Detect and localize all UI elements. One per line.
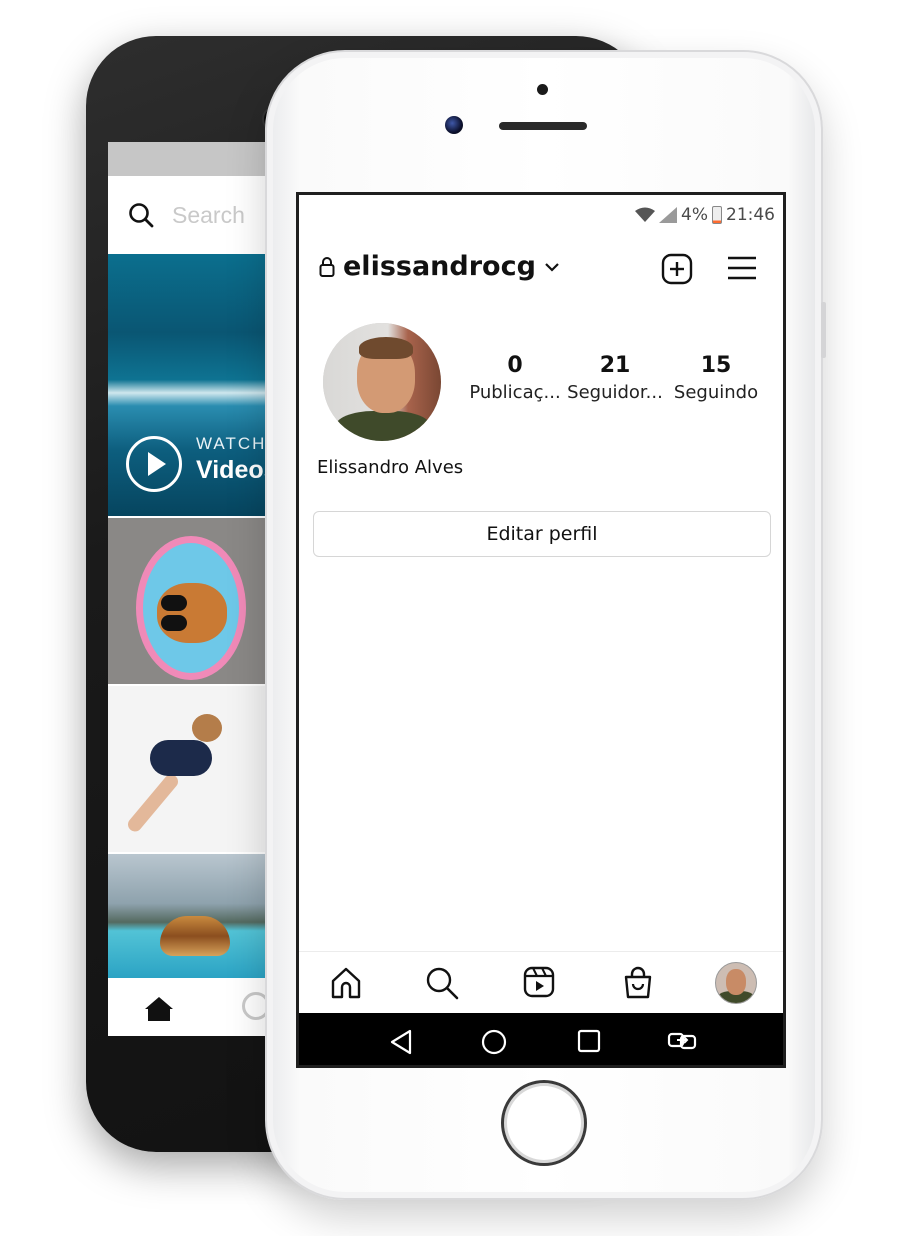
shop-icon[interactable]	[623, 966, 653, 1000]
home-icon[interactable]	[329, 966, 363, 1000]
search-icon	[129, 203, 154, 228]
battery-icon	[712, 206, 722, 224]
explore-tile-burger[interactable]	[108, 854, 268, 978]
status-bar: 4% 21:46	[635, 205, 775, 225]
arm-image	[125, 771, 181, 835]
play-icon	[126, 436, 182, 492]
back-phone-screen: Search WATCH Videos	[108, 142, 268, 1036]
watch-label: WATCH	[196, 434, 267, 453]
burger-image	[160, 916, 230, 956]
home-button[interactable]	[501, 1080, 587, 1166]
mirror-image	[136, 536, 246, 680]
lock-icon	[319, 256, 335, 277]
instagram-profile-screen: 4% 21:46 elissandrocg 0 Publicaç... 21 S…	[296, 192, 786, 1068]
stat-label: Seguindo	[673, 382, 759, 403]
proximity-sensor	[537, 84, 548, 95]
cat-image	[157, 583, 227, 643]
edit-profile-button[interactable]: Editar perfil	[313, 511, 771, 557]
stat-posts[interactable]: 0 Publicaç...	[465, 353, 565, 403]
chevron-down-icon	[545, 262, 559, 272]
stat-followers[interactable]: 21 Seguidor...	[565, 353, 665, 403]
explore-tile-dog[interactable]	[108, 686, 268, 852]
battery-percent: 4%	[681, 205, 708, 225]
back-search-bar[interactable]: Search	[108, 176, 268, 254]
back-status-bar	[108, 142, 268, 176]
sunglasses-image	[161, 595, 223, 631]
home-filled-icon[interactable]	[144, 996, 174, 1022]
menu-icon[interactable]	[727, 253, 757, 283]
home-circle-icon[interactable]	[481, 1029, 507, 1055]
clock: 21:46	[726, 205, 775, 225]
earpiece-speaker	[499, 122, 587, 130]
front-camera	[445, 116, 463, 134]
new-post-icon[interactable]	[661, 253, 693, 285]
explore-tile-cat[interactable]	[108, 518, 268, 684]
profile-header[interactable]: elissandrocg	[319, 251, 560, 282]
full-name: Elissandro Alves	[317, 457, 464, 478]
recents-icon[interactable]	[577, 1029, 601, 1053]
stat-label: Seguidor...	[567, 382, 663, 403]
stat-value: 15	[700, 353, 732, 378]
back-search-placeholder: Search	[172, 201, 245, 228]
dog-image	[150, 740, 212, 776]
switch-apps-icon[interactable]	[667, 1029, 697, 1053]
videos-label: Videos	[196, 456, 268, 484]
reels-icon[interactable]	[523, 966, 555, 998]
back-icon[interactable]	[389, 1029, 413, 1055]
back-bottom-nav	[108, 978, 268, 1036]
search-icon[interactable]	[425, 966, 459, 1000]
bottom-tab-bar	[299, 951, 783, 1014]
dog-head-image	[192, 714, 222, 742]
profile-avatar[interactable]	[323, 323, 441, 441]
stat-label: Publicaç...	[469, 382, 561, 403]
username: elissandrocg	[343, 251, 536, 282]
explore-tile-ocean[interactable]: WATCH Videos	[108, 254, 268, 516]
stat-value: 21	[599, 353, 631, 378]
profile-avatar[interactable]	[715, 962, 757, 1004]
signal-icon	[659, 207, 678, 223]
stat-value: 0	[507, 353, 523, 378]
side-button[interactable]	[821, 302, 826, 358]
wifi-icon	[635, 207, 656, 222]
system-nav-bar	[299, 1013, 783, 1065]
stat-following[interactable]: 15 Seguindo	[666, 353, 766, 403]
